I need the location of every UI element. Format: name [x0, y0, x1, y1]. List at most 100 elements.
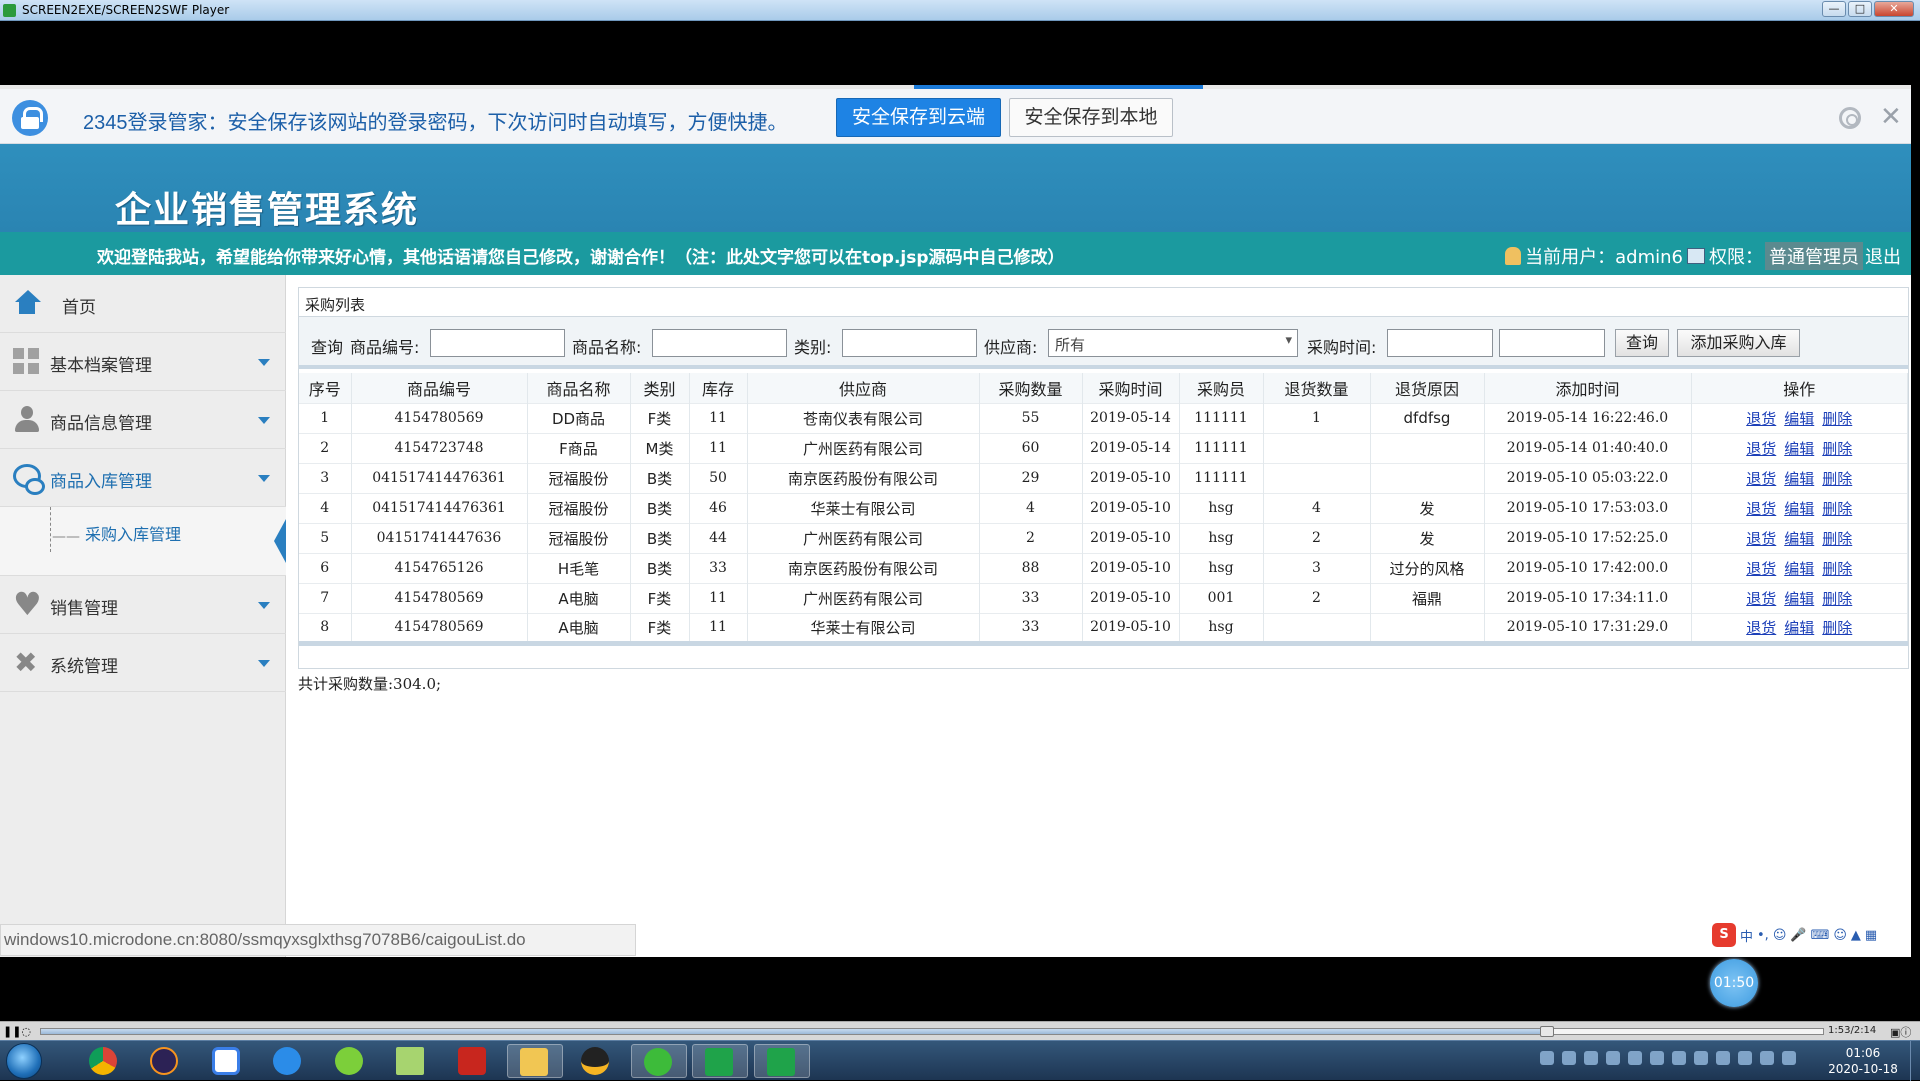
ime-mode-label[interactable]: 中 [1740, 926, 1753, 945]
edit-link[interactable]: 编辑 [1784, 470, 1814, 488]
edit-link[interactable]: 编辑 [1784, 619, 1814, 637]
taskbar-eclipse[interactable] [138, 1044, 194, 1078]
return-link[interactable]: 退货 [1746, 590, 1776, 608]
tray-icon[interactable] [1672, 1051, 1686, 1065]
taskbar-360[interactable] [323, 1044, 379, 1078]
delete-link[interactable]: 删除 [1822, 470, 1852, 488]
tray-icon[interactable] [1760, 1051, 1774, 1065]
table-row: 4 041517414476361 冠福股份 B类 46 华莱士有限公司 4 2019-05-… [299, 492, 1908, 523]
table-cell [1370, 432, 1485, 463]
sidebar-item-home[interactable]: 首页 [0, 275, 286, 333]
tray-icon[interactable] [1650, 1051, 1664, 1065]
tray-icon[interactable] [1738, 1051, 1752, 1065]
column-header: 采购员 [1179, 373, 1264, 403]
table-cell: 2019-05-10 [1082, 582, 1180, 613]
user-icon[interactable]: ☺ [1833, 928, 1847, 943]
delete-link[interactable]: 删除 [1822, 560, 1852, 578]
tray-icon[interactable] [1562, 1051, 1576, 1065]
return-link[interactable]: 退货 [1746, 619, 1776, 637]
pause-icon[interactable]: ❚❚◌ [3, 1025, 31, 1038]
tray-icon[interactable] [1782, 1051, 1796, 1065]
table-cell: 50 [689, 462, 748, 493]
table-cell: 广州医药有限公司 [747, 522, 980, 553]
taskbar-browser[interactable] [261, 1044, 317, 1078]
punctuation-icon[interactable]: •, [1757, 928, 1769, 943]
table-cell: F商品 [527, 432, 631, 463]
supplier-select[interactable]: 所有 [1048, 329, 1298, 357]
window-close-button[interactable]: ✕ [1874, 1, 1914, 17]
table-cell: hsg [1179, 612, 1264, 646]
query-button[interactable]: 查询 [1615, 329, 1669, 357]
minimize-button[interactable]: — [1822, 1, 1846, 17]
table-cell-actions: 退货 编辑 删除 [1691, 612, 1908, 646]
gear-icon[interactable] [1839, 107, 1861, 129]
save-to-local-button[interactable]: 安全保存到本地 [1009, 98, 1173, 137]
sidebar-item-system[interactable]: 系统管理 [0, 634, 286, 692]
microphone-icon[interactable]: 🎤 [1790, 928, 1806, 943]
delete-link[interactable]: 删除 [1822, 500, 1852, 518]
timer-bubble[interactable]: 01:50 [1710, 959, 1758, 1007]
return-link[interactable]: 退货 [1746, 560, 1776, 578]
return-link[interactable]: 退货 [1746, 500, 1776, 518]
start-button[interactable] [6, 1043, 42, 1079]
sogou-ime-icon[interactable]: S [1712, 923, 1736, 947]
purchase-time-label: 采购时间: [1307, 338, 1377, 357]
skin-icon[interactable]: ▲ [1851, 928, 1861, 943]
tray-icon[interactable] [1716, 1051, 1730, 1065]
edit-link[interactable]: 编辑 [1784, 410, 1814, 428]
tray-icon[interactable] [1606, 1051, 1620, 1065]
sidebar-item-basic-records[interactable]: 基本档案管理 [0, 333, 286, 391]
apps-icon[interactable]: ▦ [1865, 928, 1877, 943]
return-link[interactable]: 退货 [1746, 440, 1776, 458]
product-code-input[interactable] [430, 329, 565, 357]
delete-link[interactable]: 删除 [1822, 619, 1852, 637]
table-cell: 3 [299, 462, 352, 493]
tray-icon[interactable] [1540, 1051, 1554, 1065]
taskbar-recorder-2[interactable] [754, 1044, 810, 1078]
product-name-input[interactable] [652, 329, 787, 357]
tray-icon[interactable] [1584, 1051, 1598, 1065]
keyboard-icon[interactable]: ⌨ [1811, 928, 1830, 943]
edit-link[interactable]: 编辑 [1784, 440, 1814, 458]
show-desktop-button[interactable] [1910, 1041, 1920, 1081]
seek-bar-thumb[interactable] [1540, 1026, 1554, 1037]
taskbar-recorder-1[interactable] [692, 1044, 748, 1078]
emoji-icon[interactable]: ☺ [1773, 928, 1787, 943]
edit-link[interactable]: 编辑 [1784, 560, 1814, 578]
table-cell: H毛笔 [527, 552, 631, 583]
tray-icon[interactable] [1628, 1051, 1642, 1065]
close-icon[interactable]: ✕ [1880, 104, 1902, 130]
taskbar-chrome[interactable] [77, 1044, 133, 1078]
sidebar-item-sales[interactable]: 销售管理 [0, 576, 286, 634]
maximize-button[interactable]: □ [1848, 1, 1872, 17]
purchase-time-end-input[interactable] [1499, 329, 1605, 357]
taskbar-notepad[interactable] [384, 1044, 440, 1078]
sidebar-item-product-info[interactable]: 商品信息管理 [0, 391, 286, 449]
save-to-cloud-button[interactable]: 安全保存到云端 [836, 98, 1001, 137]
taskbar-flash[interactable] [446, 1044, 502, 1078]
edit-link[interactable]: 编辑 [1784, 500, 1814, 518]
taskbar-wechat[interactable] [631, 1044, 687, 1078]
player-options-icon[interactable]: ▣ⓘ [1890, 1024, 1911, 1040]
taskbar-clock[interactable]: 01:06 2020-10-18 [1818, 1045, 1908, 1077]
sidebar-subitem-purchase-stock-in[interactable]: —— 采购入库管理 [0, 507, 286, 576]
edit-link[interactable]: 编辑 [1784, 530, 1814, 548]
delete-link[interactable]: 删除 [1822, 410, 1852, 428]
delete-link[interactable]: 删除 [1822, 590, 1852, 608]
add-purchase-button[interactable]: 添加采购入库 [1677, 329, 1800, 357]
seek-bar[interactable] [40, 1026, 1824, 1037]
return-link[interactable]: 退货 [1746, 410, 1776, 428]
return-link[interactable]: 退货 [1746, 530, 1776, 548]
taskbar-qq[interactable] [569, 1044, 625, 1078]
delete-link[interactable]: 删除 [1822, 530, 1852, 548]
edit-link[interactable]: 编辑 [1784, 590, 1814, 608]
category-input[interactable] [842, 329, 977, 357]
delete-link[interactable]: 删除 [1822, 440, 1852, 458]
taskbar-baidu-netdisk[interactable] [200, 1044, 256, 1078]
sidebar-item-stock-in[interactable]: 商品入库管理 [0, 449, 286, 507]
logout-link[interactable]: 退出 [1865, 243, 1901, 269]
purchase-time-start-input[interactable] [1387, 329, 1493, 357]
return-link[interactable]: 退货 [1746, 470, 1776, 488]
tray-icon[interactable] [1694, 1051, 1708, 1065]
taskbar-explorer[interactable] [507, 1044, 563, 1078]
